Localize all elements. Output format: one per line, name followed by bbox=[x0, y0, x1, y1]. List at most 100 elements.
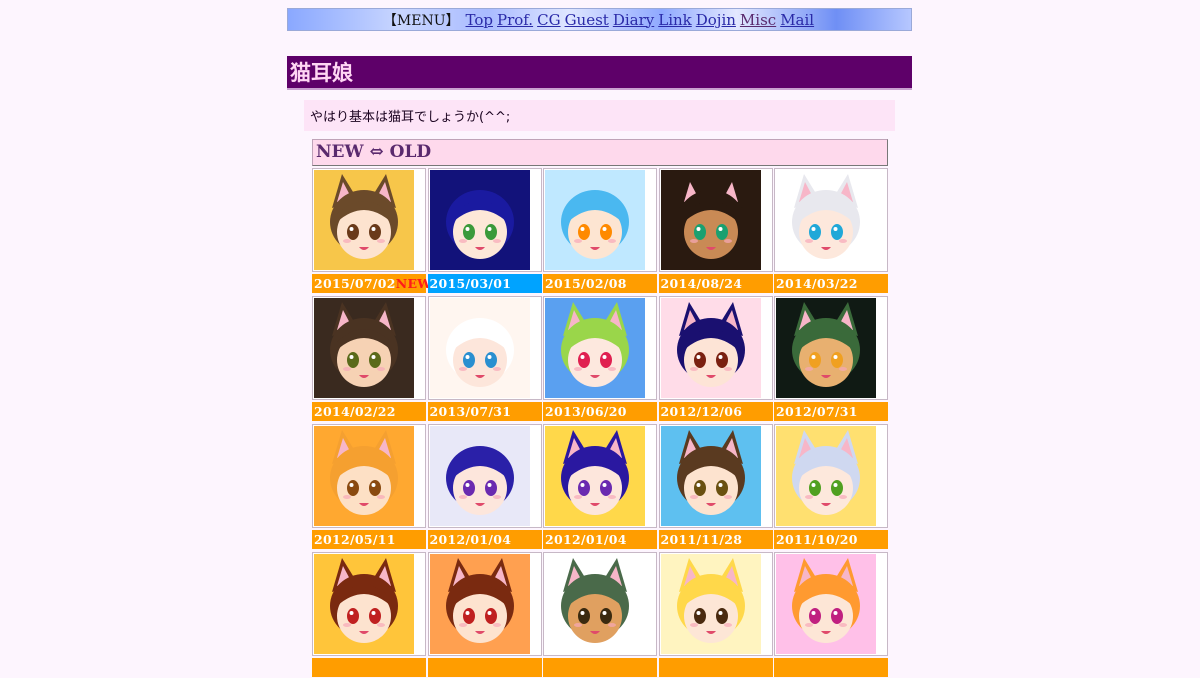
thumbnail-image bbox=[776, 170, 876, 270]
menu-link-prof[interactable]: Prof. bbox=[497, 11, 533, 29]
gallery: NEW ⇔ OLD 2015/07/02NEW 2015/03/01 2015/… bbox=[312, 139, 888, 678]
date-text: 2012/05/11 bbox=[314, 532, 396, 547]
date-text: 2015/07/02 bbox=[314, 276, 396, 291]
date-label: 2014/02/22 bbox=[312, 402, 426, 421]
intro-text: やはり基本は猫耳でしょうか(^^; bbox=[304, 100, 895, 131]
date-label: 2014/08/24 bbox=[658, 274, 773, 293]
menu-bar: 【MENU】 Top Prof. CG Guest Diary Link Doj… bbox=[287, 8, 912, 31]
menu-link-top[interactable]: Top bbox=[466, 11, 493, 29]
date-label: 2015/07/02NEW bbox=[312, 274, 431, 293]
thumbnail-image bbox=[660, 298, 761, 398]
date-text: 2011/11/28 bbox=[660, 532, 743, 547]
thumbnail-image bbox=[314, 170, 414, 270]
gallery-item: 2012/12/06 bbox=[658, 296, 773, 422]
thumbnail-link[interactable] bbox=[543, 424, 657, 528]
date-text: 2012/07/31 bbox=[776, 404, 858, 419]
menu-link-mail[interactable]: Mail bbox=[780, 11, 814, 29]
thumbnail-link[interactable] bbox=[658, 296, 773, 400]
gallery-item bbox=[543, 552, 657, 678]
menu-link-link[interactable]: Link bbox=[658, 11, 692, 29]
date-label: 2012/12/06 bbox=[658, 402, 773, 421]
date-label: 2011/10/20 bbox=[774, 530, 888, 549]
thumbnail-image bbox=[429, 298, 530, 398]
gallery-item: 2013/06/20 bbox=[543, 296, 657, 422]
thumbnail-link[interactable] bbox=[427, 296, 542, 400]
gallery-item bbox=[312, 552, 426, 678]
menu-link-diary[interactable]: Diary bbox=[613, 11, 654, 29]
gallery-item: 2015/03/01 bbox=[427, 168, 542, 294]
new-badge: NEW bbox=[395, 276, 432, 291]
thumbnail-image bbox=[776, 426, 876, 526]
date-text: 2011/10/20 bbox=[776, 532, 858, 547]
thumbnail-link[interactable] bbox=[658, 552, 773, 656]
date-label bbox=[312, 658, 426, 677]
date-label bbox=[543, 658, 657, 677]
section-title: 猫耳娘 bbox=[287, 56, 912, 90]
thumbnail-link[interactable] bbox=[774, 168, 888, 272]
gallery-item: 2012/01/04 bbox=[427, 424, 542, 550]
date-text: 2012/01/04 bbox=[429, 532, 512, 547]
thumbnail-image bbox=[429, 170, 530, 270]
date-text: 2014/03/22 bbox=[776, 276, 858, 291]
thumbnail-image bbox=[545, 554, 645, 654]
date-text: 2012/01/04 bbox=[545, 532, 627, 547]
gallery-grid: 2015/07/02NEW 2015/03/01 2015/02/08 2014… bbox=[312, 168, 888, 678]
date-text: 2012/12/06 bbox=[660, 404, 743, 419]
thumbnail-image bbox=[314, 298, 414, 398]
gallery-item: 2012/01/04 bbox=[543, 424, 657, 550]
menu-link-guest[interactable]: Guest bbox=[565, 11, 609, 29]
gallery-item: 2013/07/31 bbox=[427, 296, 542, 422]
date-text: 2014/02/22 bbox=[314, 404, 396, 419]
date-label: 2011/11/28 bbox=[658, 530, 773, 549]
date-text: 2013/06/20 bbox=[545, 404, 627, 419]
thumbnail-link[interactable] bbox=[312, 296, 426, 400]
date-text: 2015/02/08 bbox=[545, 276, 627, 291]
thumbnail-image bbox=[429, 554, 530, 654]
thumbnail-link[interactable] bbox=[543, 552, 657, 656]
thumbnail-image bbox=[314, 426, 414, 526]
date-label bbox=[774, 658, 888, 677]
date-label: 2015/02/08 bbox=[543, 274, 657, 293]
date-text: 2013/07/31 bbox=[429, 404, 512, 419]
date-label bbox=[427, 658, 542, 677]
menu-link-cg[interactable]: CG bbox=[537, 11, 560, 29]
thumbnail-link[interactable] bbox=[312, 168, 426, 272]
gallery-item: 2012/07/31 bbox=[774, 296, 888, 422]
thumbnail-link[interactable] bbox=[427, 424, 542, 528]
thumbnail-image bbox=[660, 426, 761, 526]
thumbnail-link[interactable] bbox=[774, 424, 888, 528]
date-label: 2012/01/04 bbox=[543, 530, 657, 549]
date-label: 2013/06/20 bbox=[543, 402, 657, 421]
gallery-item: 2015/02/08 bbox=[543, 168, 657, 294]
thumbnail-link[interactable] bbox=[312, 424, 426, 528]
thumbnail-link[interactable] bbox=[774, 552, 888, 656]
date-label: 2012/05/11 bbox=[312, 530, 426, 549]
date-label: 2013/07/31 bbox=[427, 402, 542, 421]
thumbnail-link[interactable] bbox=[658, 168, 773, 272]
thumbnail-link[interactable] bbox=[543, 168, 657, 272]
thumbnail-image bbox=[660, 170, 761, 270]
gallery-item: 2012/05/11 bbox=[312, 424, 426, 550]
thumbnail-link[interactable] bbox=[774, 296, 888, 400]
gallery-item: 2014/08/24 bbox=[658, 168, 773, 294]
gallery-item: 2014/02/22 bbox=[312, 296, 426, 422]
gallery-item bbox=[427, 552, 542, 678]
thumbnail-image bbox=[776, 554, 876, 654]
thumbnail-link[interactable] bbox=[543, 296, 657, 400]
gallery-item bbox=[774, 552, 888, 678]
date-text: 2015/03/01 bbox=[429, 276, 512, 291]
thumbnail-image bbox=[545, 298, 645, 398]
thumbnail-link[interactable] bbox=[658, 424, 773, 528]
date-label: 2012/07/31 bbox=[774, 402, 888, 421]
menu-label: 【MENU】 bbox=[382, 12, 460, 29]
menu-link-misc[interactable]: Misc bbox=[740, 11, 776, 29]
thumbnail-link[interactable] bbox=[427, 552, 542, 656]
thumbnail-link[interactable] bbox=[312, 552, 426, 656]
gallery-item: 2015/07/02NEW bbox=[312, 168, 431, 294]
thumbnail-link[interactable] bbox=[427, 168, 542, 272]
thumbnail-image bbox=[314, 554, 414, 654]
thumbnail-image bbox=[776, 298, 876, 398]
gallery-item: 2014/03/22 bbox=[774, 168, 888, 294]
menu-link-dojin[interactable]: Dojin bbox=[696, 11, 736, 29]
thumbnail-image bbox=[545, 170, 645, 270]
